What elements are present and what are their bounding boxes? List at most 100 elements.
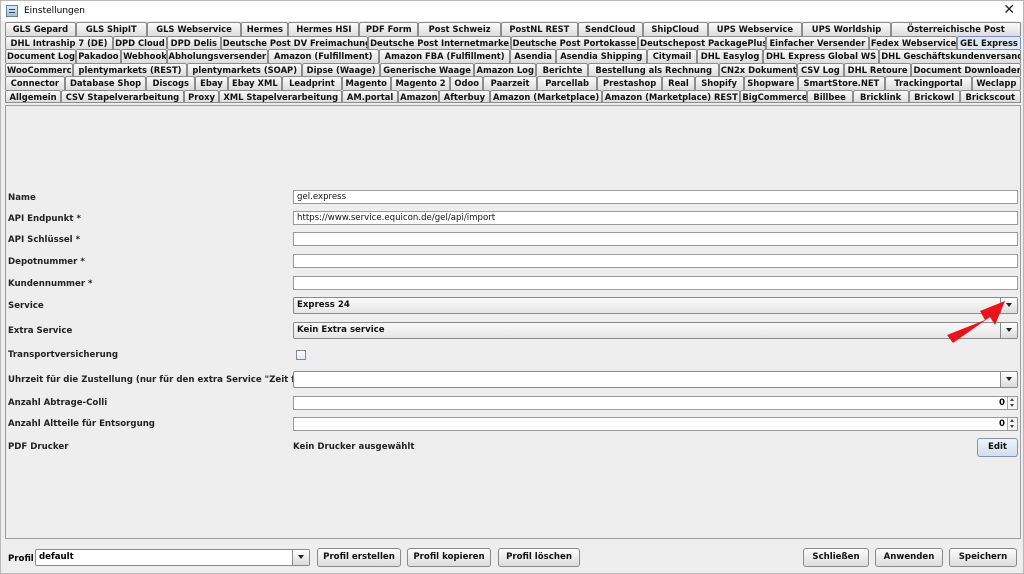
insurance-checkbox[interactable] — [296, 350, 306, 360]
tab-magento-2[interactable]: Magento 2 — [390, 76, 451, 90]
tab-amazon-marketplace-rest[interactable]: Amazon (Marketplace) REST — [602, 89, 741, 103]
copy-profile-button[interactable]: Profil kopieren — [407, 548, 491, 567]
tab-fedex-webservice[interactable]: Fedex Webservice — [868, 35, 958, 49]
profile-select[interactable]: default — [35, 549, 310, 566]
tab-deutschepost-packageplus[interactable]: Deutschepost PackagePlus — [638, 35, 766, 49]
tab-hermes[interactable]: Hermes — [241, 22, 289, 36]
tab-database-shop[interactable]: Database Shop — [64, 76, 147, 90]
delivery-time-dropdown-button[interactable] — [1000, 372, 1017, 387]
tab-dipse-waage[interactable]: Dipse (Waage) — [302, 62, 381, 76]
tab-dhl-geschäftskundenversand[interactable]: DHL Geschäftskundenversand — [879, 49, 1021, 63]
tab-dpd-delis[interactable]: DPD Delis — [166, 35, 221, 49]
tab-deutsche-post-internetmarke[interactable]: Deutsche Post Internetmarke — [368, 35, 511, 49]
tab-gls-shipit[interactable]: GLS ShipIT — [75, 22, 147, 36]
tab-csv-stapelverarbeitung[interactable]: CSV Stapelverarbeitung — [61, 89, 184, 103]
tab-dpd-cloud[interactable]: DPD Cloud — [112, 35, 167, 49]
tab-document-downloader[interactable]: Document Downloader — [911, 62, 1021, 76]
customer-input[interactable] — [293, 276, 1018, 290]
tab-plentymarkets-rest[interactable]: plentymarkets (REST) — [72, 62, 188, 76]
tab-weclapp[interactable]: Weclapp — [971, 76, 1021, 90]
tab-asendia[interactable]: Asendia — [510, 49, 556, 63]
tab-bigcommerce[interactable]: BigCommerce — [740, 89, 807, 103]
tab-csv-log[interactable]: CSV Log — [796, 62, 844, 76]
close-icon[interactable]: ✕ — [1003, 2, 1015, 18]
tab-dhl-retoure[interactable]: DHL Retoure — [843, 62, 912, 76]
tab-real[interactable]: Real — [662, 76, 695, 90]
tab-paarzeit[interactable]: Paarzeit — [482, 76, 538, 90]
profile-dropdown-button[interactable] — [292, 550, 309, 565]
tab-pakadoo[interactable]: Pakadoo — [75, 49, 122, 63]
tab-dhl-intraship-7-de[interactable]: DHL Intraship 7 (DE) — [5, 35, 113, 49]
tab-trackingportal[interactable]: Trackingportal — [884, 76, 972, 90]
depot-input[interactable] — [293, 254, 1018, 268]
tab-ebay-xml[interactable]: Ebay XML — [227, 76, 283, 90]
tab-ebay[interactable]: Ebay — [195, 76, 228, 90]
tab-amazon-log[interactable]: Amazon Log — [473, 62, 537, 76]
tab-afterbuy[interactable]: Afterbuy — [438, 89, 490, 103]
tab-proxy[interactable]: Proxy — [183, 89, 220, 103]
tab-deutsche-post-dv-freimachung[interactable]: Deutsche Post DV Freimachung — [220, 35, 369, 49]
apply-button[interactable]: Anwenden — [875, 548, 943, 567]
name-input[interactable] — [293, 190, 1018, 204]
save-button[interactable]: Speichern — [949, 548, 1017, 567]
pickup-colli-spinner[interactable]: 0 — [293, 396, 1018, 410]
close-button[interactable]: Schließen — [803, 548, 869, 567]
tab-billbee[interactable]: Billbee — [806, 89, 853, 103]
tab-brickscout[interactable]: Brickscout — [959, 89, 1021, 103]
tab-am-portal[interactable]: AM.portal — [342, 89, 399, 103]
tab-odoo[interactable]: Odoo — [450, 76, 483, 90]
old-parts-spinner[interactable]: 0 — [293, 417, 1018, 431]
tab-gel-express[interactable]: GEL Express — [957, 35, 1021, 49]
tab-bestellung-als-rechnung[interactable]: Bestellung als Rechnung — [588, 62, 719, 76]
tab-leadprint[interactable]: Leadprint — [282, 76, 342, 90]
tab-gls-webservice[interactable]: GLS Webservice — [146, 22, 242, 36]
tab-allgemein[interactable]: Allgemein — [5, 89, 62, 103]
tab-dhl-express-global-ws[interactable]: DHL Express Global WS — [762, 49, 880, 63]
tab-ups-webservice[interactable]: UPS Webservice — [707, 22, 803, 36]
tab-xml-stapelverarbeitung[interactable]: XML Stapelverarbeitung — [219, 89, 343, 103]
tab-brickowl[interactable]: Brickowl — [908, 89, 960, 103]
tab-asendia-shipping[interactable]: Asendia Shipping — [555, 49, 647, 63]
delete-profile-button[interactable]: Profil löschen — [498, 548, 580, 567]
extra-service-select[interactable]: Kein Extra service — [293, 322, 1018, 339]
tab-einfacher-versender[interactable]: Einfacher Versender — [765, 35, 869, 49]
api-endpoint-input[interactable] — [293, 211, 1018, 225]
create-profile-button[interactable]: Profil erstellen — [317, 548, 401, 567]
tab-pdf-form[interactable]: PDF Form — [359, 22, 419, 36]
service-select[interactable]: Express 24 — [293, 297, 1018, 314]
tab-document-log[interactable]: Document Log — [5, 49, 76, 63]
tab-bricklink[interactable]: Bricklink — [852, 89, 909, 103]
spin-down-icon[interactable] — [1008, 403, 1017, 409]
spin-down-icon[interactable] — [1008, 424, 1017, 430]
tab-connector[interactable]: Connector — [5, 76, 65, 90]
tab-deutsche-post-portokasse[interactable]: Deutsche Post Portokasse — [510, 35, 639, 49]
tab-post-schweiz[interactable]: Post Schweiz — [418, 22, 501, 36]
tab-shipcloud[interactable]: ShipCloud — [642, 22, 708, 36]
tab-hermes-hsi[interactable]: Hermes HSI — [288, 22, 360, 36]
tab-parcellab[interactable]: Parcellab — [537, 76, 597, 90]
pdf-printer-edit-button[interactable]: Edit — [977, 438, 1018, 457]
tab-prestashop[interactable]: Prestashop — [596, 76, 663, 90]
tab-berichte[interactable]: Berichte — [536, 62, 589, 76]
tab-sendcloud[interactable]: SendCloud — [577, 22, 643, 36]
tab-discogs[interactable]: Discogs — [146, 76, 196, 90]
tab-amazon-fulfillment[interactable]: Amazon (Fulfillment) — [267, 49, 379, 63]
tab-plentymarkets-soap[interactable]: plentymarkets (SOAP) — [187, 62, 303, 76]
tab-dhl-easylog[interactable]: DHL Easylog — [697, 49, 763, 63]
tab-shopify[interactable]: Shopify — [694, 76, 744, 90]
tab-magento[interactable]: Magento — [341, 76, 391, 90]
tab-ups-worldship[interactable]: UPS Worldship — [802, 22, 891, 36]
tab-shopware[interactable]: Shopware — [743, 76, 798, 90]
tab-cn2x-dokument[interactable]: CN2x Dokument — [718, 62, 797, 76]
tab-woocommerce[interactable]: WooCommerce — [5, 62, 73, 76]
tab-citymail[interactable]: Citymail — [646, 49, 698, 63]
tab-amazon[interactable]: Amazon — [398, 89, 439, 103]
tab-webhook[interactable]: Webhook — [121, 49, 167, 63]
tab-amazon-fba-fulfillment[interactable]: Amazon FBA (Fulfillment) — [378, 49, 511, 63]
tab-generische-waage[interactable]: Generische Waage — [380, 62, 474, 76]
tab-amazon-marketplace[interactable]: Amazon (Marketplace) — [489, 89, 603, 103]
tab-gls-gepard[interactable]: GLS Gepard — [5, 22, 76, 36]
delivery-time-select[interactable] — [293, 371, 1018, 388]
tab-postnl-rest[interactable]: PostNL REST — [500, 22, 578, 36]
tab-abholungsversender[interactable]: Abholungsversender — [166, 49, 268, 63]
